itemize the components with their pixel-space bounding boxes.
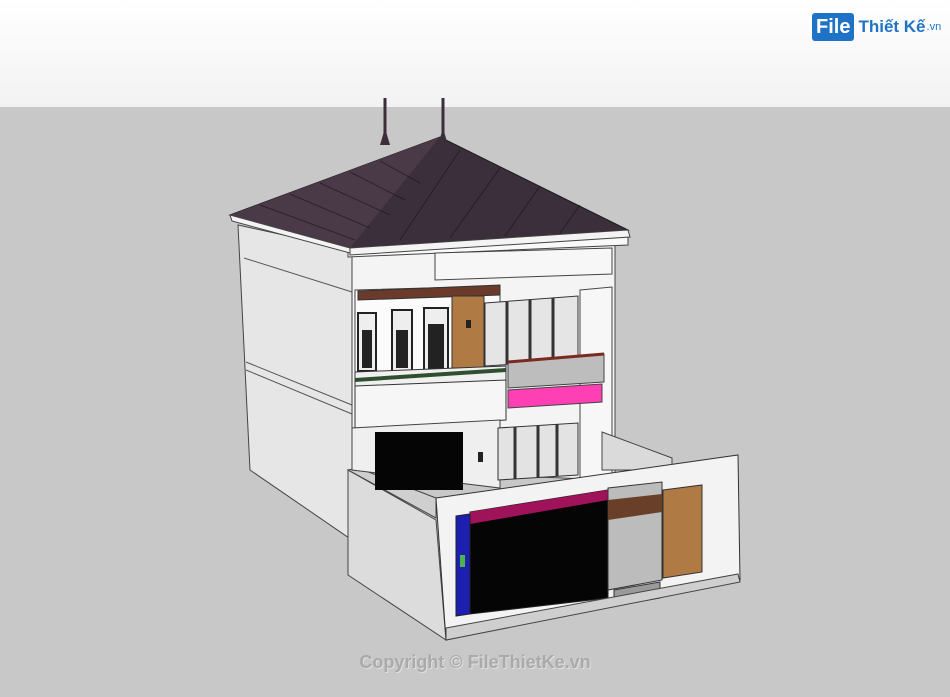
logo-mark: File (812, 13, 855, 41)
3d-viewport[interactable]: File Thiết Kế .vn Copyright © FileThietK… (0, 0, 950, 697)
house-model-icon[interactable] (0, 0, 950, 697)
logo-tld: .vn (926, 21, 942, 33)
side-wall (237, 224, 353, 541)
fence-door (662, 484, 703, 579)
copyright-watermark: Copyright © FileThietKe.vn (359, 652, 591, 672)
wood-panel (451, 295, 485, 369)
site-logo[interactable]: File Thiết Kế .vn (812, 12, 941, 42)
logo-name: Thiết Kế (858, 17, 926, 36)
garage-opening (375, 432, 463, 490)
